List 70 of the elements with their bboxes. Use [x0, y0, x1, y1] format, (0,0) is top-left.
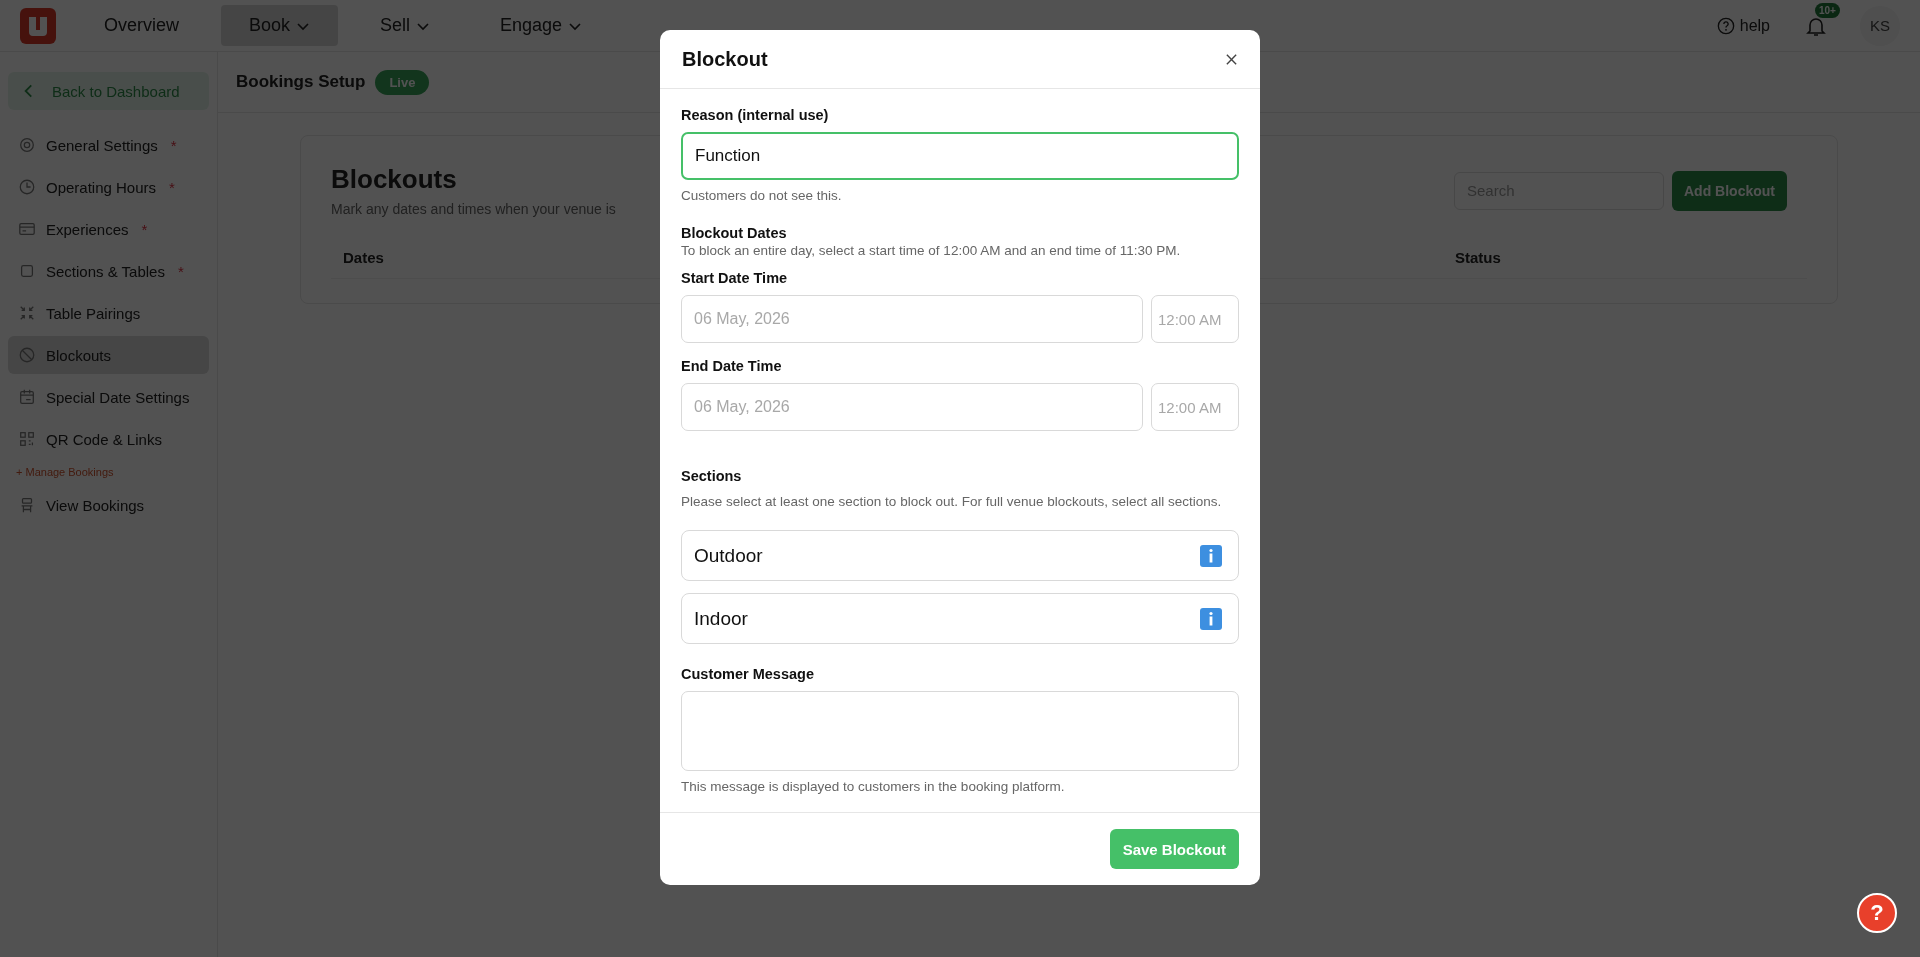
- nav-tab[interactable]: Engage: [472, 5, 611, 46]
- reason-input[interactable]: Function: [681, 132, 1239, 180]
- help-icon: [1716, 16, 1735, 35]
- sidebar-item-label: Table Pairings: [46, 304, 141, 322]
- time-input[interactable]: 12:00 AM: [1151, 295, 1239, 343]
- section-title: Blockout Dates: [681, 225, 788, 241]
- date-input[interactable]: 06 May, 2026: [681, 295, 1143, 343]
- save-button[interactable]: Save Blockout: [1109, 829, 1239, 869]
- page-title: Blockouts: [331, 164, 458, 195]
- sidebar-item[interactable]: Operating Hours *: [8, 168, 209, 206]
- square-icon: [18, 262, 36, 280]
- section-name: Indoor: [694, 607, 748, 630]
- nav-tab[interactable]: Overview: [76, 5, 207, 46]
- sidebar-item[interactable]: View Bookings: [8, 486, 209, 524]
- section-title: Sections: [681, 468, 743, 484]
- sidebar-item[interactable]: Experiences *: [8, 210, 209, 248]
- column-header: Status: [1455, 249, 1502, 266]
- calendar-icon: [18, 388, 36, 406]
- field-hint: Customers do not see this.: [681, 188, 843, 203]
- ban-icon: [18, 346, 36, 364]
- sidebar-item-label: Operating Hours: [46, 178, 157, 196]
- sidebar-item-label: Special Date Settings: [46, 388, 190, 406]
- section-option[interactable]: Outdoor: [681, 530, 1239, 581]
- section-option[interactable]: Indoor: [681, 593, 1239, 644]
- info-icon[interactable]: [1200, 544, 1222, 567]
- page-header-title: Bookings Setup: [236, 72, 366, 92]
- dialog-title: Blockout: [682, 47, 768, 71]
- sidebar-item-label: View Bookings: [46, 496, 145, 514]
- nav-tab[interactable]: Book: [221, 5, 339, 46]
- required-mark: *: [170, 136, 177, 154]
- field-hint: This message is displayed to customers in the booking platform.: [681, 779, 1066, 794]
- group-label: + Manage Bookings: [15, 465, 115, 480]
- section-hint: Please select at least one section to block out. For full venue blockouts, select all sections.: [681, 493, 1223, 511]
- help-link[interactable]: help: [1716, 16, 1770, 35]
- required-mark: *: [169, 178, 175, 196]
- status-badge: Live: [375, 69, 430, 95]
- field-label: Reason (internal use): [681, 107, 830, 123]
- clock-icon: [18, 178, 36, 196]
- field-label: Start Date Time: [681, 270, 789, 286]
- qr-code-icon: [18, 430, 36, 448]
- date-input[interactable]: 06 May, 2026: [681, 383, 1143, 431]
- field-label: Customer Message: [681, 666, 815, 682]
- arrows-icon: [18, 304, 36, 322]
- time-input[interactable]: 12:00 AM: [1151, 383, 1239, 431]
- back-button[interactable]: Back to Dashboard: [8, 72, 209, 110]
- sidebar-item-label: Sections & Tables: [46, 262, 165, 280]
- sidebar-item[interactable]: Blockouts: [8, 336, 209, 374]
- notification-badge: 10+: [1815, 2, 1840, 18]
- sidebar-item-label: Blockouts: [46, 346, 112, 364]
- nav-tab[interactable]: Sell: [352, 5, 459, 46]
- sidebar-item[interactable]: QR Code & Links: [8, 420, 209, 458]
- field-label: End Date Time: [681, 358, 783, 374]
- sidebar-item-label: Experiences: [46, 220, 129, 238]
- sidebar-item[interactable]: Table Pairings: [8, 294, 209, 332]
- sidebar-item[interactable]: Sections & Tables *: [8, 252, 209, 290]
- close-icon[interactable]: [1225, 52, 1238, 66]
- sidebar-item-label: QR Code & Links: [46, 430, 162, 448]
- logo-icon[interactable]: [20, 7, 56, 44]
- section-hint: To block an entire day, select a start time of 12:00 AM and an end time of 11:30 PM.: [681, 243, 1182, 258]
- sidebar-item[interactable]: General Settings *: [8, 126, 209, 164]
- info-icon[interactable]: [1200, 607, 1222, 630]
- help-button[interactable]: ?: [1857, 893, 1897, 933]
- card-icon: [18, 220, 36, 238]
- required-mark: *: [141, 220, 148, 238]
- column-header: Dates: [343, 249, 385, 266]
- section-name: Outdoor: [694, 544, 763, 567]
- required-mark: *: [177, 262, 184, 280]
- sidebar-item-label: General Settings: [46, 136, 158, 154]
- sidebar-item[interactable]: Special Date Settings: [8, 378, 209, 416]
- add-blockout-button[interactable]: Add Blockout: [1672, 170, 1787, 211]
